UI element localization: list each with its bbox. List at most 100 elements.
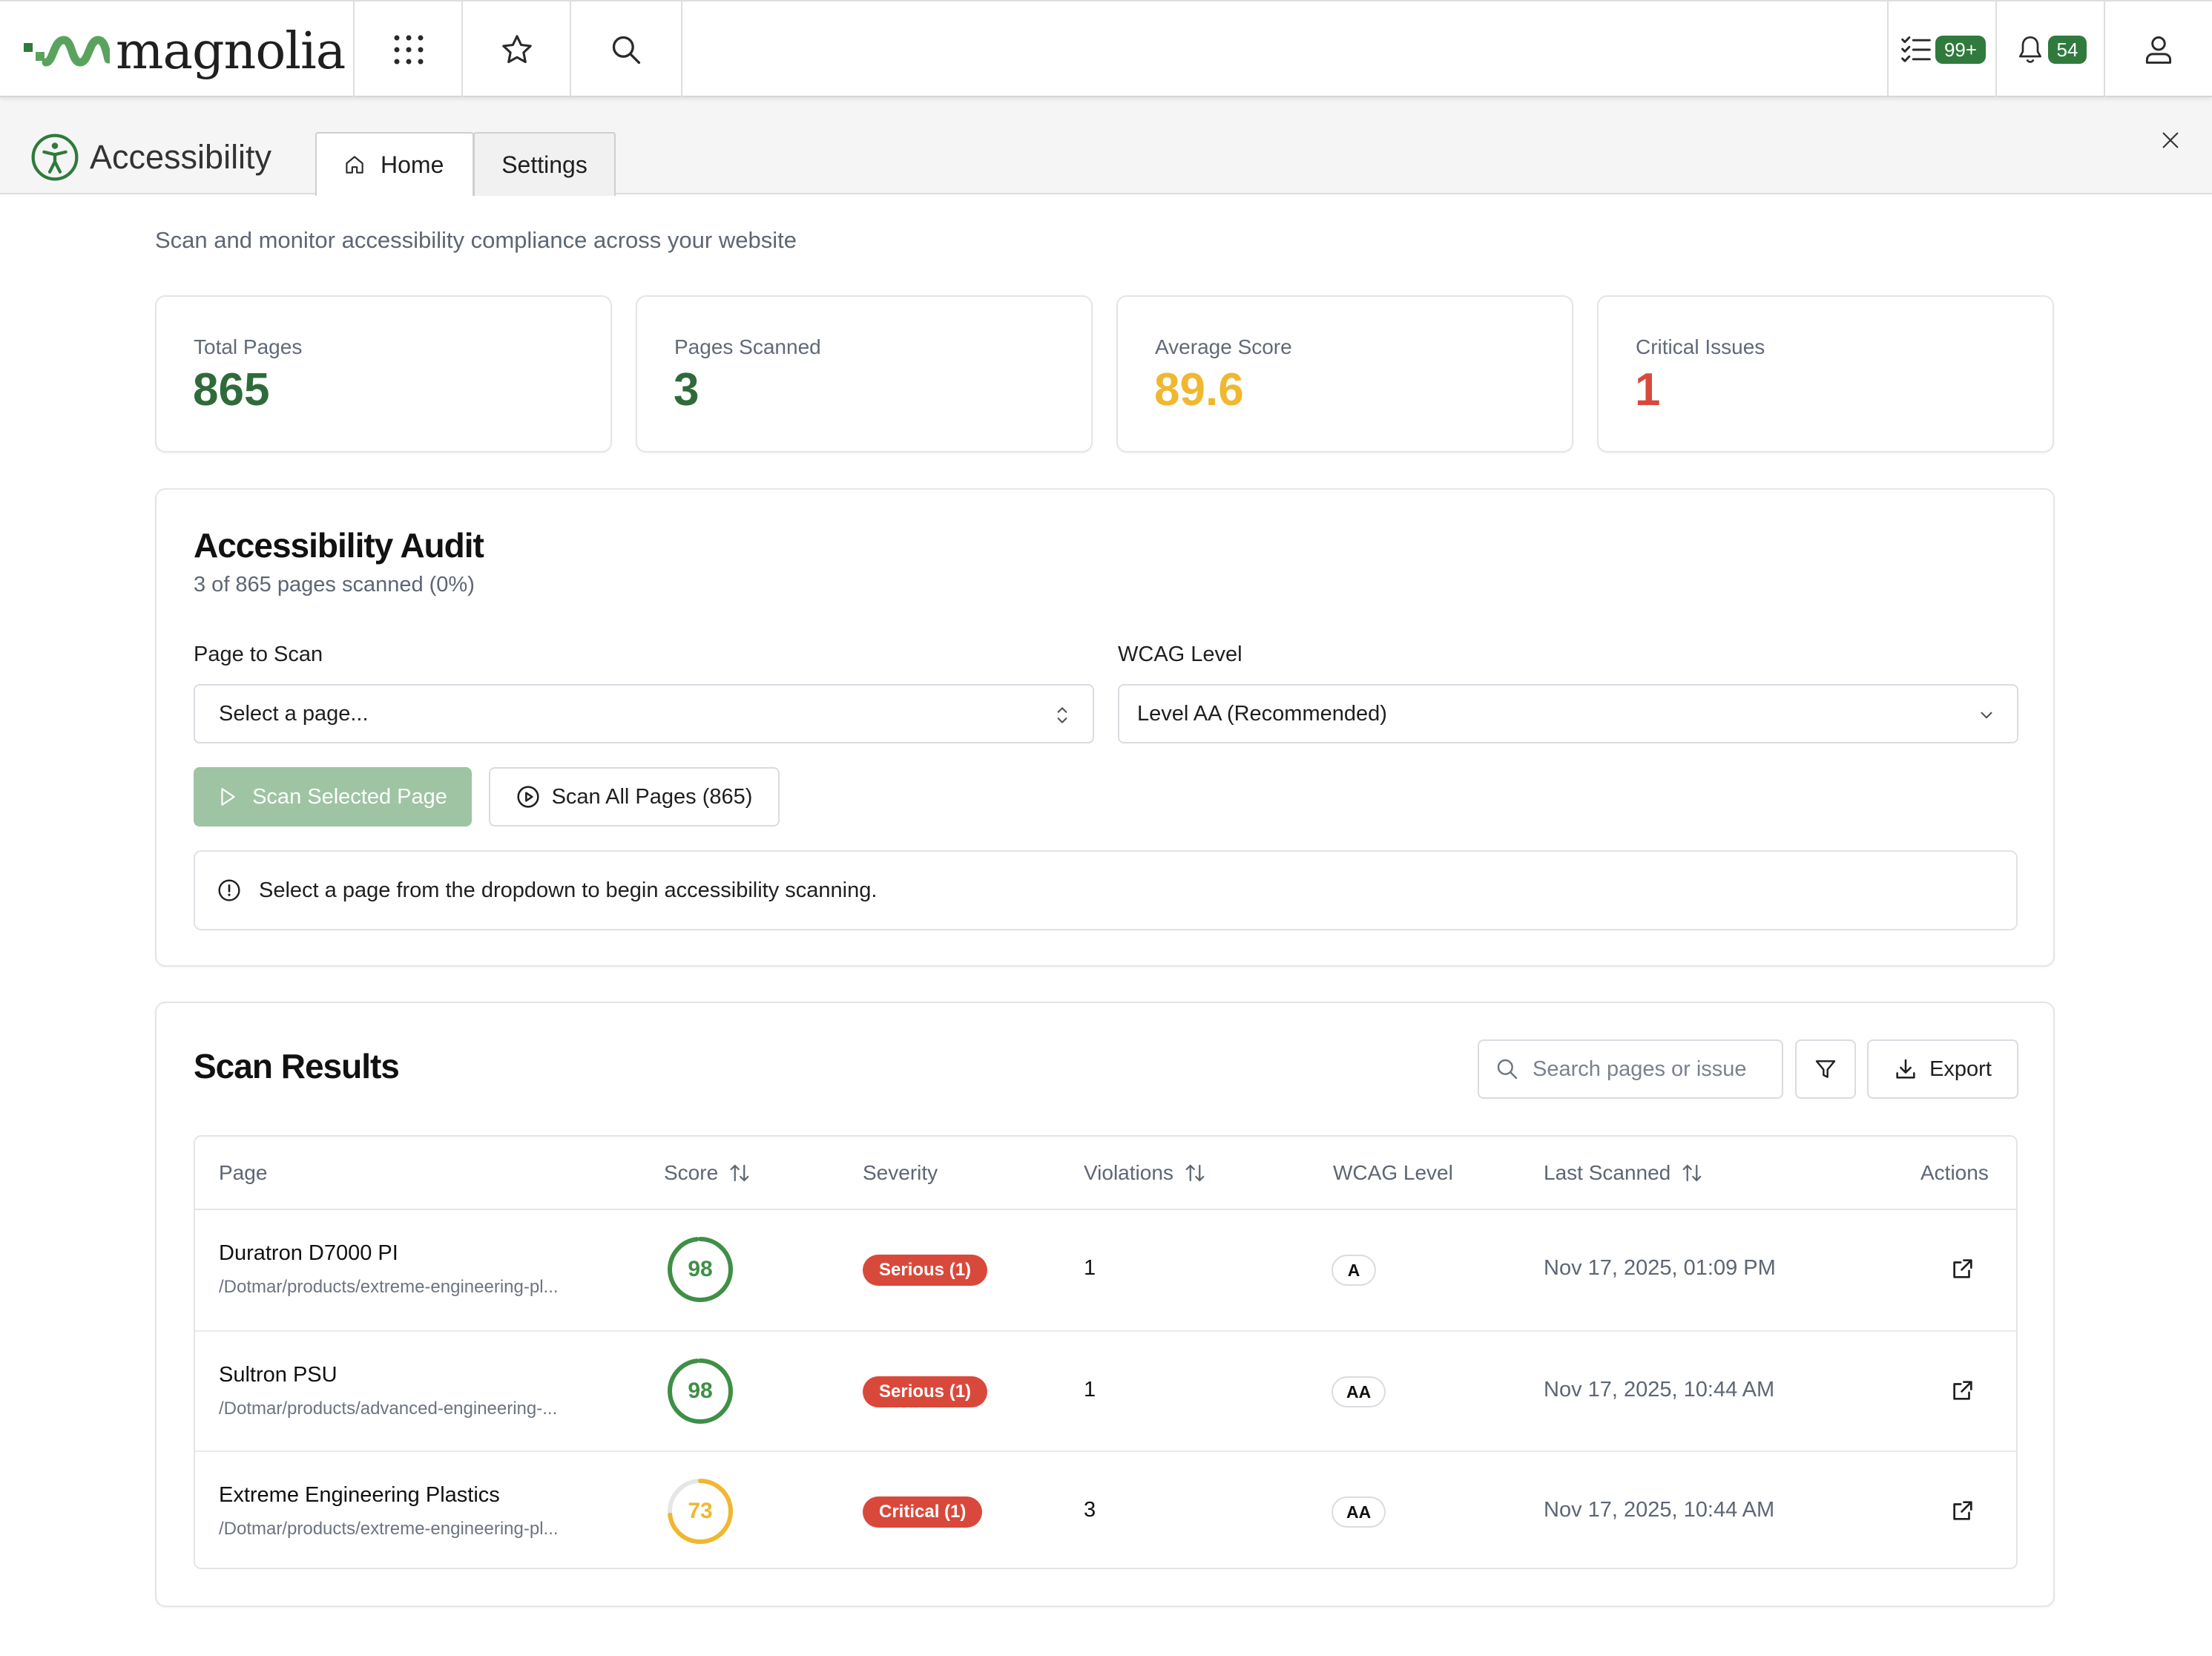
score-value: 73 <box>665 1476 735 1546</box>
severity-badge: Critical (1) <box>863 1496 982 1528</box>
filter-icon <box>1814 1057 1837 1081</box>
audit-title: Accessibility Audit <box>194 525 484 565</box>
wcag-level-badge: AA <box>1332 1496 1386 1528</box>
score-ring: 98 <box>665 1235 735 1304</box>
wcag-level-select[interactable]: Level AA (Recommended) <box>1118 684 2018 743</box>
open-page-button[interactable] <box>1950 1378 1975 1407</box>
star-icon <box>500 33 534 67</box>
row-page-name: Sultron PSU <box>219 1363 338 1387</box>
column-header-label: Score <box>664 1161 718 1185</box>
stat-value: 89.6 <box>1154 364 1244 417</box>
filter-button[interactable] <box>1795 1039 1856 1099</box>
wcag-level-value: Level AA (Recommended) <box>1137 702 1387 726</box>
wcag-level-label: WCAG Level <box>1118 643 1242 667</box>
external-link-icon <box>1950 1378 1975 1403</box>
stat-card-average-score: Average Score 89.6 <box>1116 295 1573 453</box>
score-value: 98 <box>665 1235 735 1304</box>
external-link-icon <box>1950 1256 1975 1281</box>
last-scanned-date: Nov 17, 2025, 10:44 AM <box>1544 1378 1774 1402</box>
sort-icon <box>1184 1162 1206 1184</box>
results-search-input[interactable]: Search pages or issue <box>1478 1039 1783 1099</box>
app-title: Accessibility <box>90 137 271 178</box>
tab-settings[interactable]: Settings <box>473 132 616 196</box>
external-link-icon <box>1950 1498 1975 1523</box>
app-root: magnolia <box>0 0 2212 1656</box>
table-row[interactable]: Extreme Engineering Plastics /Dotmar/pro… <box>195 1450 2016 1569</box>
column-header-label: Last Scanned <box>1544 1161 1670 1185</box>
stat-value: 865 <box>193 364 269 417</box>
sort-icon <box>728 1162 751 1184</box>
app-launcher-button[interactable] <box>353 1 463 97</box>
page-subtitle: Scan and monitor accessibility complianc… <box>155 227 797 254</box>
column-header-actions: Actions <box>1920 1137 1989 1209</box>
stat-label: Critical Issues <box>1636 335 1765 359</box>
user-icon <box>2142 33 2175 66</box>
tab-home[interactable]: Home <box>315 132 474 196</box>
severity-badge: Serious (1) <box>863 1376 987 1407</box>
page-to-scan-label: Page to Scan <box>194 643 323 667</box>
open-page-button[interactable] <box>1950 1256 1975 1285</box>
stat-card-pages-scanned: Pages Scanned 3 <box>636 295 1093 453</box>
stat-card-critical-issues: Critical Issues 1 <box>1597 295 2054 453</box>
favorites-button[interactable] <box>461 1 571 97</box>
violations-count: 3 <box>1084 1498 1096 1522</box>
magnolia-logo-mark <box>24 30 110 74</box>
stat-label: Total Pages <box>194 335 302 359</box>
last-scanned-date: Nov 17, 2025, 10:44 AM <box>1544 1498 1774 1522</box>
scan-all-pages-button[interactable]: Scan All Pages (865) <box>489 767 780 827</box>
scan-selected-page-label: Scan Selected Page <box>252 785 447 809</box>
page-select[interactable]: Select a page... <box>194 684 1094 743</box>
column-header-wcag-level: WCAG Level <box>1333 1137 1453 1209</box>
chevron-down-icon <box>1977 704 1996 726</box>
row-page-path: /Dotmar/products/extreme-engineering-pl.… <box>219 1277 590 1298</box>
notifications-badge: 54 <box>2048 36 2087 64</box>
search-button[interactable] <box>570 1 682 97</box>
row-page-name: Extreme Engineering Plastics <box>219 1483 500 1508</box>
stat-value: 3 <box>674 364 699 417</box>
notifications-button[interactable]: 54 <box>1995 1 2105 97</box>
column-header-last-scanned[interactable]: Last Scanned <box>1544 1137 1703 1209</box>
top-bar: magnolia <box>0 0 2212 97</box>
open-page-button[interactable] <box>1950 1498 1975 1527</box>
table-row[interactable]: Duratron D7000 PI /Dotmar/products/extre… <box>195 1210 2016 1330</box>
results-title: Scan Results <box>194 1046 399 1086</box>
bell-icon <box>2015 33 2045 66</box>
tab-home-label: Home <box>381 151 444 179</box>
results-table: Page Score Severity Violations WCAG Leve… <box>194 1135 2018 1569</box>
page-select-value: Select a page... <box>219 702 369 726</box>
column-header-violations[interactable]: Violations <box>1084 1137 1206 1209</box>
column-header-severity: Severity <box>863 1137 938 1209</box>
tasks-button[interactable]: 99+ <box>1887 1 1997 97</box>
accessibility-icon <box>31 134 79 181</box>
search-icon <box>610 33 642 66</box>
row-page-name: Duratron D7000 PI <box>219 1241 398 1266</box>
play-circle-icon <box>516 785 540 809</box>
export-button[interactable]: Export <box>1867 1039 2018 1099</box>
violations-count: 1 <box>1084 1256 1096 1281</box>
close-icon[interactable] <box>2160 130 2181 151</box>
column-header-label: Actions <box>1920 1161 1989 1185</box>
export-label: Export <box>1929 1057 1992 1082</box>
wcag-level-badge: A <box>1332 1255 1376 1286</box>
info-icon <box>217 878 241 902</box>
search-placeholder: Search pages or issue <box>1533 1057 1747 1082</box>
magnolia-logo[interactable]: magnolia <box>24 24 345 80</box>
tasks-icon <box>1900 33 1932 66</box>
column-header-score[interactable]: Score <box>664 1137 751 1209</box>
score-ring: 98 <box>665 1356 735 1426</box>
audit-progress-text: 3 of 865 pages scanned (0%) <box>194 573 475 597</box>
user-menu-button[interactable] <box>2104 1 2212 97</box>
play-icon <box>218 786 237 807</box>
violations-count: 1 <box>1084 1378 1096 1402</box>
chevron-up-down-icon <box>1053 704 1072 726</box>
score-ring: 73 <box>665 1476 735 1546</box>
row-page-path: /Dotmar/products/extreme-engineering-pl.… <box>219 1519 590 1540</box>
scan-selected-page-button[interactable]: Scan Selected Page <box>194 767 472 827</box>
stat-label: Pages Scanned <box>674 335 821 359</box>
column-header-label: WCAG Level <box>1333 1161 1453 1185</box>
tab-settings-label: Settings <box>501 151 587 179</box>
table-row[interactable]: Sultron PSU /Dotmar/products/advanced-en… <box>195 1330 2016 1450</box>
sort-icon <box>1681 1162 1703 1184</box>
info-alert: Select a page from the dropdown to begin… <box>194 850 2018 930</box>
info-text: Select a page from the dropdown to begin… <box>259 878 877 903</box>
